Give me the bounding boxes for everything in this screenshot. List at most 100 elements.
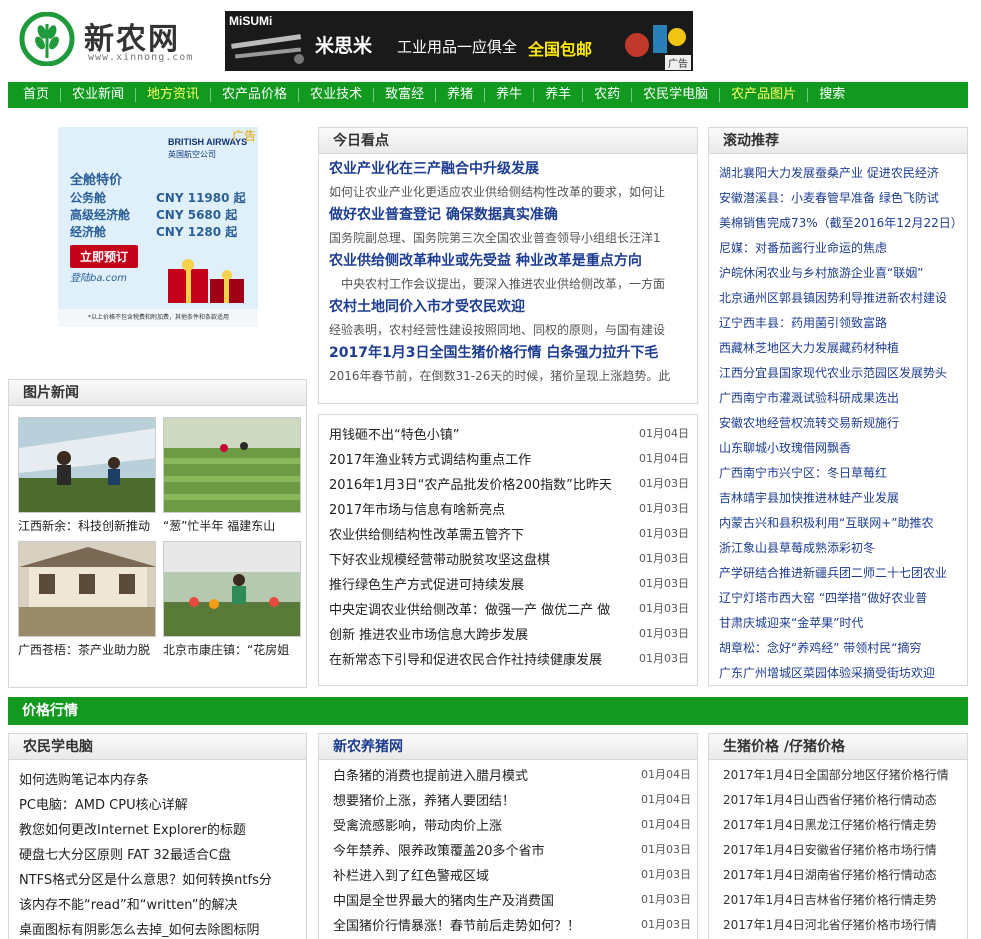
list-item[interactable]: 在新常态下引导和促进农民合作社持续健康发展 01月03日: [329, 649, 689, 669]
scroll-item[interactable]: 浙江象山县草莓成熟添彩初冬: [719, 539, 959, 556]
list-item[interactable]: 推行绿色生产方式促进可持续发展 01月03日: [329, 574, 689, 594]
list-item-title[interactable]: 创新 推进农业市场信息大跨步发展: [329, 624, 639, 643]
photo-news-item[interactable]: 江西新余：科技创新推动: [18, 417, 156, 534]
list-item-title[interactable]: 受禽流感影响，带动肉价上涨: [333, 815, 643, 834]
pc-article-link[interactable]: 桌面图标有阴影怎么去掉_如何去除图标阴: [19, 919, 299, 938]
list-item-title[interactable]: 推行绿色生产方式促进可持续发展: [329, 574, 639, 593]
list-item-title[interactable]: 在新常态下引导和促进农民合作社持续健康发展: [329, 649, 639, 668]
list-item[interactable]: 今年禁养、限养政策覆盖20多个省市 01月03日: [333, 840, 691, 860]
nav-item-local-news[interactable]: 地方资讯: [136, 88, 212, 102]
price-article-link[interactable]: 2017年1月4日湖南省仔猪价格行情动态: [723, 866, 963, 883]
list-item[interactable]: 2017年渔业转方式调结构重点工作 01月04日: [329, 449, 689, 469]
price-article-link[interactable]: 2017年1月4日山西省仔猪价格行情动态: [723, 791, 963, 808]
scroll-item[interactable]: 尼媒：对番茄酱行业命运的焦虑: [719, 239, 959, 256]
nav-item-pesticide[interactable]: 农药: [583, 88, 633, 102]
photo-caption[interactable]: “葱”忙半年 福建东山: [163, 517, 301, 534]
pc-article-link[interactable]: 该内存不能“read”和“written”的解决: [19, 894, 299, 913]
pc-article-link[interactable]: 硬盘七大分区原则 FAT 32最适合C盘: [19, 844, 299, 863]
scroll-item[interactable]: 辽宁西丰县：药用菌引领致富路: [719, 314, 959, 331]
nav-item-agri-news[interactable]: 农业新闻: [61, 88, 137, 102]
scroll-item[interactable]: 胡章松：念好“养鸡经” 带领村民“摘穷: [719, 639, 959, 656]
scroll-item[interactable]: 广东广州增城区菜园体验采摘受街坊欢迎: [719, 664, 959, 681]
nav-item-produce-price[interactable]: 农产品价格: [211, 88, 300, 102]
list-item-title[interactable]: 2016年1月3日“农产品批发价格200指数”比昨天: [329, 474, 639, 493]
list-item-title[interactable]: 想要猪价上涨，养猪人要团结！: [333, 790, 643, 809]
list-item-title[interactable]: 农业供给侧结构性改革需五管齐下: [329, 524, 639, 543]
photo-news-item[interactable]: “葱”忙半年 福建东山: [163, 417, 301, 534]
photo-onion-field-image[interactable]: [163, 417, 301, 513]
scroll-item[interactable]: 安徽农地经营权流转交易新规施行: [719, 414, 959, 431]
list-item-title[interactable]: 用钱砸不出“特色小镇”: [329, 424, 639, 443]
nav-item-cattle[interactable]: 养牛: [485, 88, 535, 102]
focus-headline[interactable]: 农业供给侧改革种业或先受益 种业改革是重点方向: [329, 250, 689, 270]
nav-item-farmer-pc[interactable]: 农民学电脑: [632, 88, 721, 102]
scroll-item[interactable]: 山东聊城小玫瑰借网飘香: [719, 439, 959, 456]
british-airways-ad[interactable]: BRITISH AIRWAYS 英国航空公司 广告 全舱特价 公务舱 CNY 1…: [58, 127, 258, 327]
list-item-title[interactable]: 中央定调农业供给侧改革：做强一产 做优二产 做: [329, 599, 639, 618]
photo-caption[interactable]: 江西新余：科技创新推动: [18, 517, 156, 534]
list-item[interactable]: 全国猪价行情暴涨！春节前后走势如何？！ 01月03日: [333, 915, 691, 935]
pig-price-title[interactable]: 生猪价格 /仔猪价格: [709, 734, 967, 760]
nav-item-home[interactable]: 首页: [12, 88, 62, 102]
list-item[interactable]: 下好农业规模经营带动脱贫攻坚这盘棋 01月03日: [329, 549, 689, 569]
top-banner-ad[interactable]: MiSUMi 米思米 工业用品一应俱全 全国包邮 广告: [225, 11, 693, 71]
site-logo[interactable]: 新农网 www.xinnong.com: [18, 12, 208, 66]
nav-item-pig[interactable]: 养猪: [436, 88, 486, 102]
list-item-title[interactable]: 2017年市场与信息有啥新亮点: [329, 499, 639, 518]
scroll-item[interactable]: 安徽潜溪县：小麦春管早准备 绿色飞防试: [719, 189, 959, 206]
list-item[interactable]: 想要猪价上涨，养猪人要团结！ 01月04日: [333, 790, 691, 810]
nav-item-agri-tech[interactable]: 农业技术: [299, 88, 375, 102]
price-article-link[interactable]: 2017年1月4日全国部分地区仔猪价格行情: [723, 766, 963, 783]
pc-article-link[interactable]: 教您如何更改Internet Explorer的标题: [19, 819, 299, 838]
scroll-item[interactable]: 湖北襄阳大力发展蚕桑产业 促进农民经济: [719, 164, 959, 181]
nav-item-sheep[interactable]: 养羊: [534, 88, 584, 102]
pig-farming-title[interactable]: 新农养猪网: [319, 734, 697, 760]
scroll-item[interactable]: 产学研结合推进新疆兵团二师二十七团农业: [719, 564, 959, 581]
scroll-item[interactable]: 沪皖休闲农业与乡村旅游企业喜“联姻”: [719, 264, 959, 281]
photo-news-item[interactable]: 广西苍梧：茶产业助力脱: [18, 541, 156, 658]
photo-caption[interactable]: 广西苍梧：茶产业助力脱: [18, 641, 156, 658]
price-article-link[interactable]: 2017年1月4日河北省仔猪价格市场行情: [723, 916, 963, 933]
list-item[interactable]: 农业供给侧结构性改革需五管齐下 01月03日: [329, 524, 689, 544]
list-item[interactable]: 白条猪的消费也提前进入腊月模式 01月04日: [333, 765, 691, 785]
list-item[interactable]: 中国是全世界最大的猪肉生产及消费国 01月03日: [333, 890, 691, 910]
focus-headline[interactable]: 2017年1月3日全国生猪价格行情 白条强力拉升下毛: [329, 342, 689, 362]
list-item-title[interactable]: 今年禁养、限养政策覆盖20多个省市: [333, 840, 643, 859]
focus-headline[interactable]: 农业产业化在三产融合中升级发展: [329, 158, 689, 178]
list-item[interactable]: 补栏进入到了红色警戒区域 01月03日: [333, 865, 691, 885]
list-item-title[interactable]: 2017年渔业转方式调结构重点工作: [329, 449, 639, 468]
photo-caption[interactable]: 北京市康庄镇：“花房姐: [163, 641, 301, 658]
focus-headline[interactable]: 做好农业普查登记 确保数据真实准确: [329, 204, 689, 224]
pc-article-link[interactable]: 如何选购笔记本内存条: [19, 769, 299, 788]
scroll-item[interactable]: 甘肃庆城迎来“金苹果”时代: [719, 614, 959, 631]
photo-greenhouse-image[interactable]: [18, 417, 156, 513]
price-article-link[interactable]: 2017年1月4日安徽省仔猪价格市场行情: [723, 841, 963, 858]
scroll-item[interactable]: 江西分宜县国家现代农业示范园区发展势头: [719, 364, 959, 381]
list-item[interactable]: 用钱砸不出“特色小镇” 01月04日: [329, 424, 689, 444]
list-item[interactable]: 受禽流感影响，带动肉价上涨 01月04日: [333, 815, 691, 835]
nav-item-search[interactable]: 搜索: [808, 88, 856, 102]
scroll-item[interactable]: 广西南宁市兴宁区：冬日草莓红: [719, 464, 959, 481]
focus-headline[interactable]: 农村土地同价入市才受农民欢迎: [329, 296, 689, 316]
list-item[interactable]: 2017年市场与信息有啥新亮点 01月03日: [329, 499, 689, 519]
nav-item-produce-images[interactable]: 农产品图片: [720, 88, 809, 102]
pc-article-link[interactable]: NTFS格式分区是什么意思？如何转换ntfs分: [19, 869, 299, 888]
photo-news-item[interactable]: 北京市康庄镇：“花房姐: [163, 541, 301, 658]
scroll-item[interactable]: 吉林靖宇县加快推进林蛙产业发展: [719, 489, 959, 506]
scroll-item[interactable]: 美棉销售完成73%（截至2016年12月22日）: [719, 214, 959, 231]
list-item[interactable]: 创新 推进农业市场信息大跨步发展 01月03日: [329, 624, 689, 644]
price-article-link[interactable]: 2017年1月4日吉林省仔猪价格行情走势: [723, 891, 963, 908]
list-item[interactable]: 中央定调农业供给侧改革：做强一产 做优二产 做 01月03日: [329, 599, 689, 619]
nav-item-get-rich[interactable]: 致富经: [374, 88, 437, 102]
pc-article-link[interactable]: PC电脑：AMD CPU核心详解: [19, 794, 299, 813]
scroll-item[interactable]: 内蒙古兴和县积极利用“互联网+”助推农: [719, 514, 959, 531]
list-item-title[interactable]: 补栏进入到了红色警戒区域: [333, 865, 643, 884]
list-item-title[interactable]: 中国是全世界最大的猪肉生产及消费国: [333, 890, 643, 909]
scroll-item[interactable]: 辽宁灯塔市西大窑 “四举措”做好农业普: [719, 589, 959, 606]
photo-tea-factory-image[interactable]: [18, 541, 156, 637]
list-item-title[interactable]: 下好农业规模经营带动脱贫攻坚这盘棋: [329, 549, 639, 568]
photo-flower-house-image[interactable]: [163, 541, 301, 637]
scroll-item[interactable]: 西藏林芝地区大力发展藏药材种植: [719, 339, 959, 356]
ad-book-button[interactable]: 立即预订: [70, 245, 139, 268]
scroll-item[interactable]: 北京通州区郭县镇因势利导推进新农村建设: [719, 289, 959, 306]
